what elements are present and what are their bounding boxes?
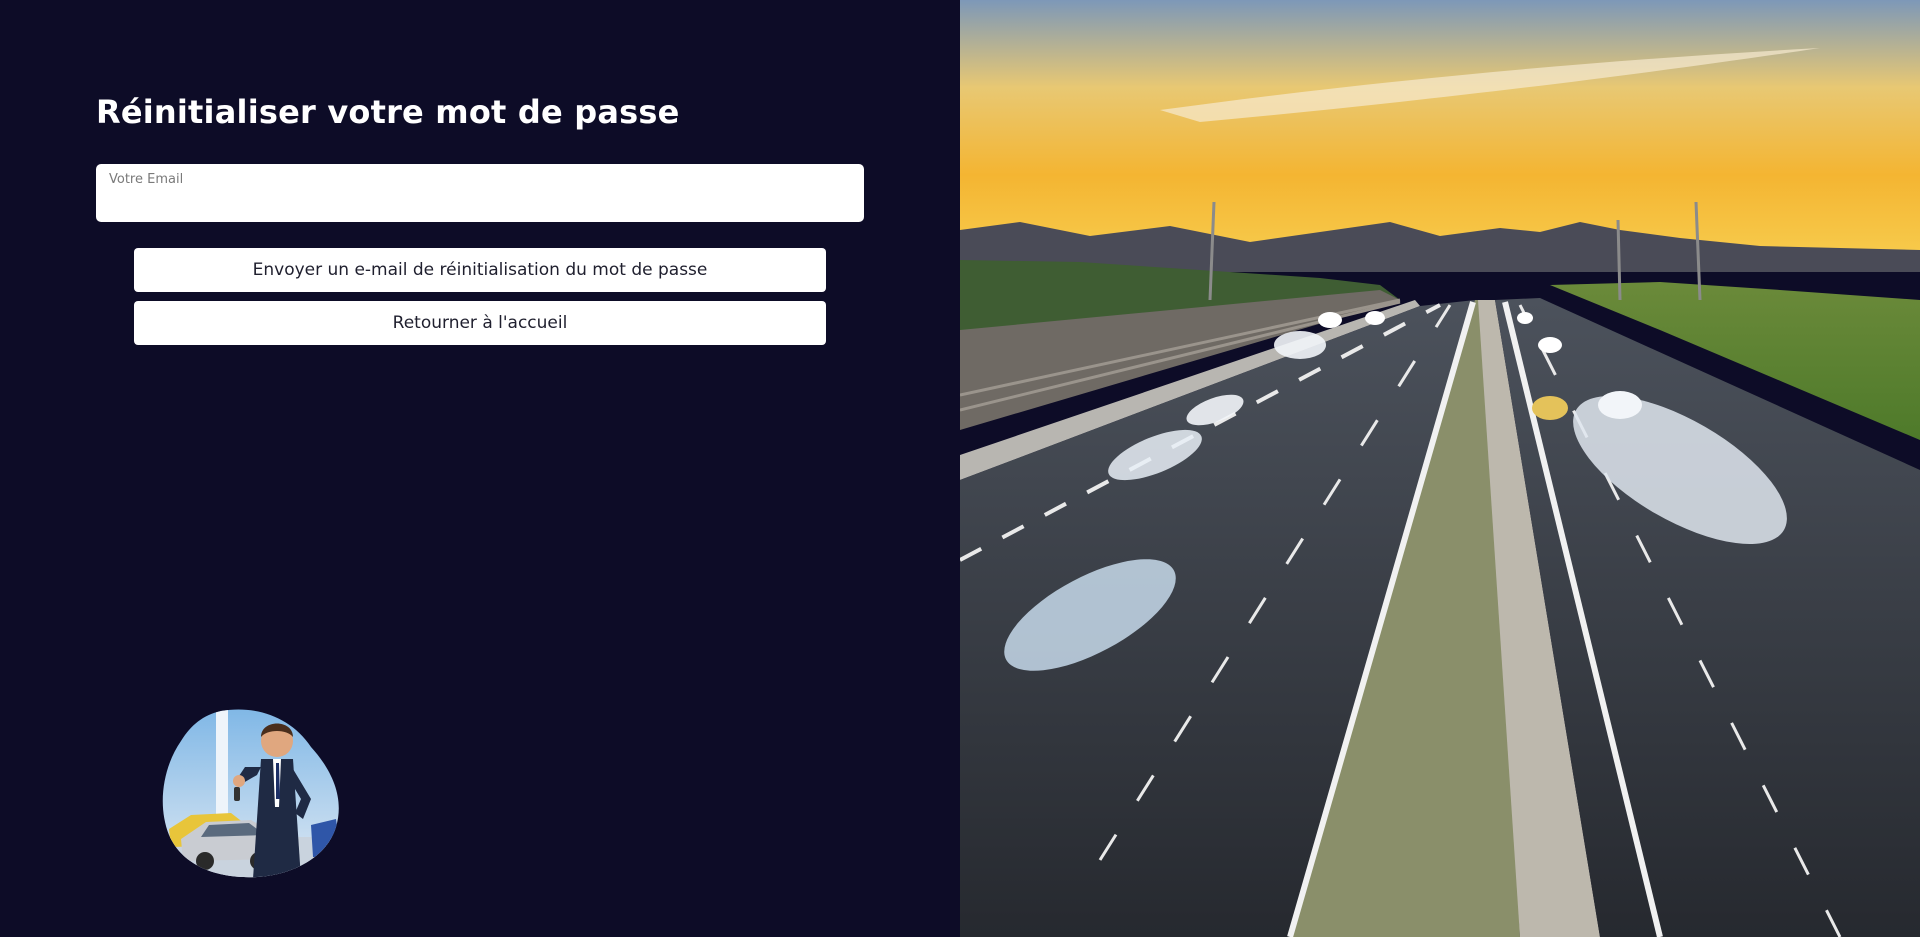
- hero-image-panel: [960, 0, 1920, 937]
- send-reset-email-button[interactable]: Envoyer un e-mail de réinitialisation du…: [134, 248, 826, 292]
- form-panel: Réinitialiser votre mot de passe Votre E…: [0, 0, 960, 937]
- reset-password-page: Réinitialiser votre mot de passe Votre E…: [0, 0, 1920, 937]
- email-input[interactable]: [108, 190, 848, 214]
- highway-sunset-image: [960, 0, 1920, 937]
- back-home-button[interactable]: Retourner à l'accueil: [134, 301, 826, 345]
- email-field[interactable]: Votre Email: [96, 164, 864, 222]
- page-title: Réinitialiser votre mot de passe: [96, 93, 680, 131]
- mascot-illustration: [162, 709, 339, 878]
- email-label: Votre Email: [109, 172, 184, 187]
